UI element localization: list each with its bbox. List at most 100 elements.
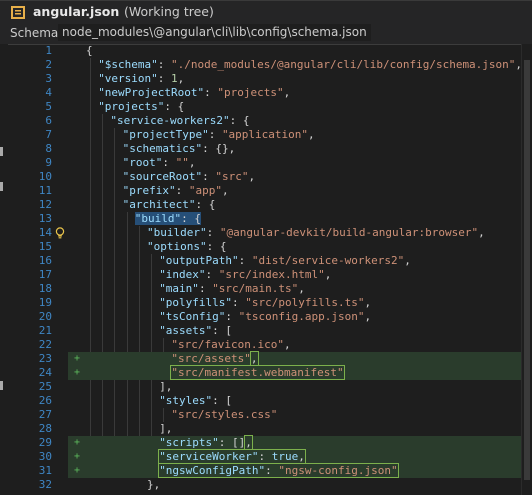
code-line[interactable]: 18 "main": "src/main.ts",	[0, 282, 521, 296]
code-line[interactable]: 9 "root": "",	[0, 156, 521, 170]
code-text: "ngswConfigPath": "ngsw-config.json"	[158, 463, 399, 478]
code-text: "index": "src/index.html",	[159, 268, 332, 281]
code-line[interactable]: 8 "schematics": {},	[0, 142, 521, 156]
code-line[interactable]: 7 "projectType": "application",	[0, 128, 521, 142]
lightbulb-icon[interactable]	[55, 227, 65, 239]
added-line-marker: +	[74, 465, 81, 476]
schema-path-field[interactable]: node_modules\@angular\cli\lib\config\sch…	[58, 24, 371, 41]
line-number: 5	[45, 100, 52, 113]
code-line[interactable]: 2 "$schema": "./node_modules/@angular/cli…	[0, 58, 522, 72]
line-number: 11	[38, 184, 52, 197]
line-number: 18	[38, 282, 52, 295]
code-text: ],	[159, 380, 173, 393]
code-line[interactable]: 20 "tsConfig": "tsconfig.app.json",	[0, 310, 521, 324]
code-text: "builder": "@angular-devkit/build-angula…	[147, 226, 485, 239]
code-text: "architect": {	[122, 198, 216, 211]
added-line-marker: +	[74, 437, 81, 448]
code-line[interactable]: +31 "ngswConfigPath": "ngsw-config.json"	[0, 463, 521, 478]
code-text: "sourceRoot": "src",	[122, 170, 256, 183]
code-line[interactable]: 12 "architect": {	[0, 198, 521, 212]
added-line-marker: +	[74, 451, 81, 462]
line-number: 24	[38, 366, 52, 379]
code-line[interactable]: 15 "options": {	[0, 240, 521, 254]
line-number: 7	[45, 128, 52, 141]
code-line[interactable]: 14 "builder": "@angular-devkit/build-angu…	[0, 226, 521, 240]
code-line[interactable]: 32},	[0, 478, 521, 492]
margin-marker	[0, 182, 3, 191]
line-number: 30	[38, 450, 52, 463]
line-number: 23	[38, 352, 52, 365]
code-editor[interactable]: 1{2 "$schema": "./node_modules/@angular/c…	[0, 44, 532, 495]
line-number: 6	[45, 114, 52, 127]
code-text: "newProjectRoot": "projects",	[98, 86, 291, 99]
line-number: 21	[38, 324, 52, 337]
code-line[interactable]: 5 "projects": {	[0, 100, 521, 114]
schema-label: Schema:	[10, 26, 63, 40]
code-line[interactable]: 11 "prefix": "app",	[0, 184, 521, 198]
line-number: 2	[45, 58, 52, 71]
code-line[interactable]: +29 "scripts": [],	[0, 435, 521, 450]
code-line[interactable]: 13 "build": {	[0, 212, 521, 226]
code-text: "root": "",	[122, 156, 196, 169]
line-number: 16	[38, 254, 52, 267]
code-text: "src/favicon.ico",	[171, 338, 291, 351]
scrollbar-thumb[interactable]	[524, 60, 530, 480]
line-number: 1	[45, 44, 52, 57]
code-line[interactable]: 25],	[0, 380, 521, 394]
line-number: 3	[45, 72, 52, 85]
code-line[interactable]: 16 "outputPath": "dist/service-workers2",	[0, 254, 521, 268]
code-line[interactable]: 17 "index": "src/index.html",	[0, 268, 521, 282]
code-text: "options": {	[147, 240, 227, 253]
line-number: 10	[38, 170, 52, 183]
code-text: "prefix": "app",	[122, 184, 229, 197]
code-line[interactable]: 10 "sourceRoot": "src",	[0, 170, 521, 184]
code-text: "service-workers2": {	[110, 114, 250, 127]
code-text: "projects": {	[98, 100, 185, 113]
code-line[interactable]: +30 "serviceWorker": true,	[0, 449, 521, 464]
code-text: "src/styles.css"	[171, 408, 278, 421]
line-number: 8	[45, 142, 52, 155]
code-line[interactable]: 4 "newProjectRoot": "projects",	[0, 86, 521, 100]
added-line-marker: +	[74, 353, 81, 364]
code-text: "version": 1,	[98, 72, 185, 85]
added-line-highlight	[68, 436, 521, 450]
line-number: 17	[38, 268, 52, 281]
margin-marker	[0, 147, 3, 156]
margin-marker	[0, 381, 3, 390]
code-line[interactable]: 21 "assets": [	[0, 324, 521, 338]
line-number: 25	[38, 380, 52, 393]
left-margin	[0, 44, 8, 495]
code-line[interactable]: 28],	[0, 422, 521, 436]
code-line[interactable]: +23 "src/assets",	[0, 351, 521, 366]
line-number: 14	[38, 226, 52, 239]
line-number: 20	[38, 310, 52, 323]
code-line[interactable]: 27 "src/styles.css"	[0, 408, 521, 422]
tab-filename[interactable]: angular.json	[33, 4, 119, 20]
code-line[interactable]: 6 "service-workers2": {	[0, 114, 521, 128]
code-text: "polyfills": "src/polyfills.ts",	[159, 296, 372, 309]
line-number: 9	[45, 156, 52, 169]
schema-bar: Schema: node_modules\@angular\cli\lib\co…	[0, 23, 532, 45]
line-number: 28	[38, 422, 52, 435]
added-line-highlight	[68, 352, 521, 366]
code-text: "build": {	[134, 212, 202, 225]
line-number: 4	[45, 86, 52, 99]
code-text: "outputPath": "dist/service-workers2",	[159, 254, 411, 267]
code-line[interactable]: 1{	[0, 44, 521, 58]
line-number: 19	[38, 296, 52, 309]
code-line[interactable]: 26 "styles": [	[0, 394, 521, 408]
code-line[interactable]: +24 "src/manifest.webmanifest"	[0, 365, 521, 380]
line-number: 22	[38, 338, 52, 351]
code-text: "src/manifest.webmanifest"	[170, 365, 345, 380]
code-line[interactable]: 22 "src/favicon.ico",	[0, 338, 521, 352]
line-number: 26	[38, 394, 52, 407]
code-line[interactable]: 19 "polyfills": "src/polyfills.ts",	[0, 296, 521, 310]
line-number: 31	[38, 464, 52, 477]
code-line[interactable]: 3 "version": 1,	[0, 72, 521, 86]
code-text: "scripts": [],	[159, 435, 253, 450]
code-text: "src/assets",	[171, 351, 259, 366]
added-line-marker: +	[74, 367, 81, 378]
code-text: "assets": [	[159, 324, 233, 337]
code-text: {	[86, 44, 93, 57]
tab-status: (Working tree)	[124, 4, 214, 19]
